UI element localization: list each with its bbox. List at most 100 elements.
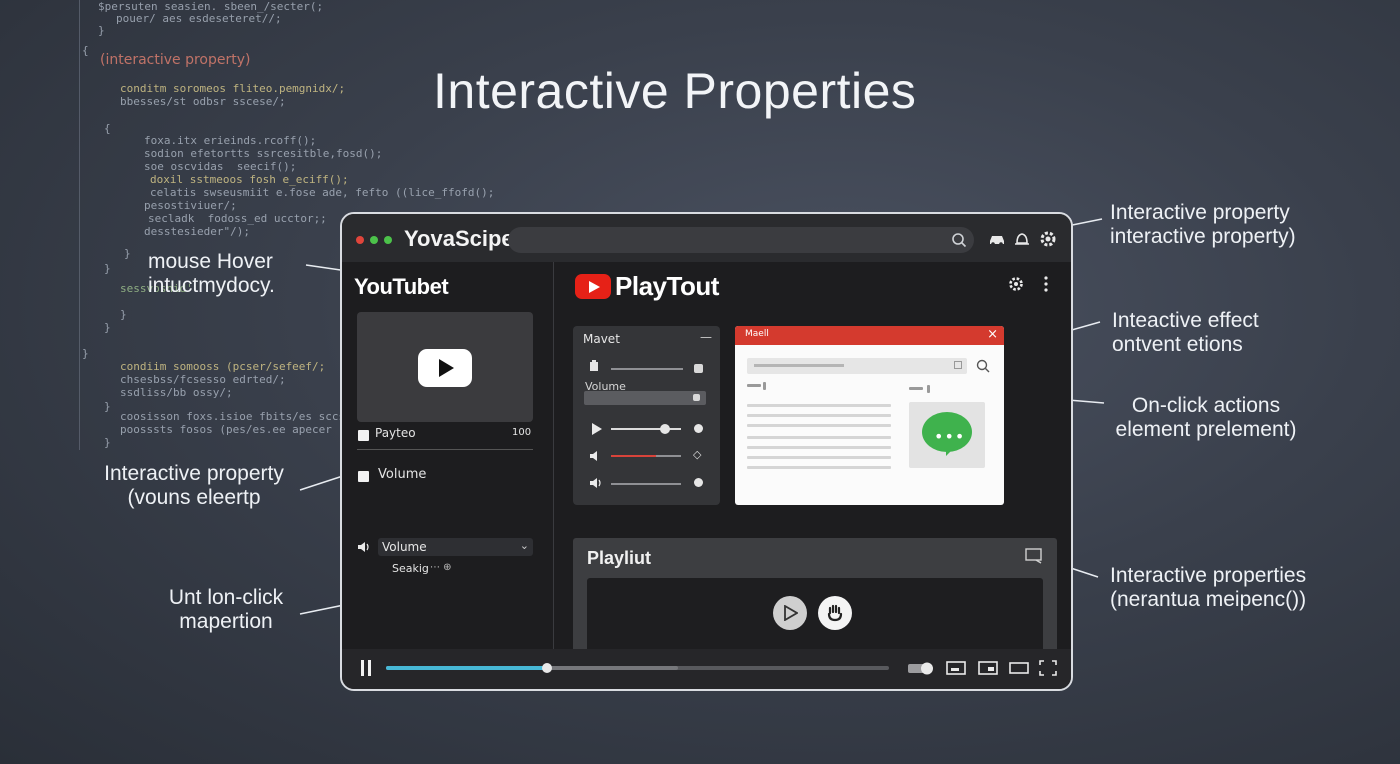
input-clear-icon[interactable] — [954, 361, 962, 369]
bell-icon[interactable] — [1012, 229, 1032, 249]
annotation-unt-onclick: Unt lon-click mapertion — [156, 586, 296, 634]
sidebar-divider — [357, 449, 533, 450]
play-icon[interactable] — [418, 349, 472, 387]
progress-knob[interactable] — [541, 663, 552, 673]
mixer-volume-input[interactable] — [584, 391, 706, 405]
speaker-icon — [590, 451, 597, 461]
theater-mode-icon[interactable] — [1009, 660, 1029, 676]
volume-checkbox[interactable] — [358, 471, 369, 482]
hand-icon — [827, 604, 843, 622]
like-button[interactable] — [818, 596, 852, 630]
code-line: soe oscvidas seecif(); — [144, 160, 297, 173]
code-line: foxa.itx erieinds.rcoff(); — [144, 134, 317, 147]
clipboard-icon — [590, 360, 598, 371]
chat-tile[interactable]: ••• — [909, 402, 985, 468]
settings-gear-icon[interactable] — [1038, 229, 1058, 249]
close-window-button[interactable] — [356, 236, 364, 244]
annotation-line: mouse Hover — [148, 250, 273, 273]
seek-controls-icon[interactable]: ⋯ ⊕ — [430, 562, 452, 573]
progress-played — [386, 666, 547, 670]
sidebar-logo: YouTubet — [354, 274, 449, 299]
cast-icon[interactable] — [1025, 548, 1043, 564]
code-line: { — [104, 122, 111, 135]
video-thumbnail[interactable] — [357, 312, 533, 422]
dialog-header: Maell × — [735, 326, 1004, 345]
close-icon[interactable]: × — [987, 327, 998, 342]
code-line: coosisson foxs.isioe fbits/es sccs — [120, 410, 346, 423]
annotation-top-right: Interactive property interactive propert… — [1110, 201, 1296, 249]
play-button[interactable] — [773, 596, 807, 630]
car-icon[interactable] — [987, 229, 1007, 249]
volume-select-value: Volume — [382, 540, 427, 554]
annotation-line: (vouns eleertp — [127, 486, 261, 509]
player-control-bar — [342, 649, 1071, 689]
annotation-line: Interactive property — [104, 462, 284, 485]
code-line: pouer/ aes esdeseteret//; — [116, 12, 282, 25]
text-line — [747, 456, 891, 459]
mixer-toggle[interactable] — [694, 364, 703, 373]
miniplayer-icon[interactable] — [978, 660, 998, 676]
minimize-icon[interactable]: — — [700, 330, 712, 344]
search-input[interactable] — [508, 227, 974, 253]
speaker-icon — [358, 542, 369, 552]
text-line — [747, 404, 891, 407]
code-gutter — [62, 0, 80, 450]
code-line: pesostiviuer/; — [144, 199, 237, 212]
code-line: doxil sstmeoos fosh e_eciff(); — [150, 173, 349, 186]
code-line: } — [104, 436, 111, 449]
volume-toggle[interactable] — [694, 478, 703, 487]
diamond-icon[interactable]: ◇ — [693, 448, 701, 461]
mixer-slider-track[interactable] — [611, 368, 683, 370]
text-line — [747, 436, 891, 439]
volume-icon — [590, 478, 601, 488]
volume-select[interactable]: Volume ⌄ — [378, 538, 533, 556]
code-line: bbesses/st odbsr sscese/; — [120, 95, 286, 108]
code-line: condiim somooss (pcser/sefeef/; — [120, 360, 326, 373]
code-line: } — [82, 347, 89, 360]
annotation-line: interactive property) — [1110, 225, 1296, 248]
text-line — [747, 414, 891, 417]
code-line: } — [104, 400, 111, 413]
playlist-checkbox[interactable] — [358, 430, 369, 441]
annotation-bottom-right: Interactive properties (nerantua meipenc… — [1110, 564, 1306, 612]
annotation-line: mapertion — [179, 610, 273, 633]
subtitles-icon[interactable] — [946, 660, 966, 676]
search-icon[interactable] — [950, 231, 968, 249]
text-line — [747, 446, 891, 449]
code-line: } — [124, 247, 131, 260]
chevron-down-icon: ⌄ — [519, 539, 529, 552]
youtube-logo-icon — [575, 274, 611, 299]
message-dialog: Maell × ••• — [735, 326, 1004, 505]
app-window: YovaScipe YouTubet Payteo 100 Volume Vol… — [340, 212, 1073, 691]
chat-bubble-icon: ••• — [922, 412, 972, 456]
playback-slider-knob[interactable] — [660, 424, 670, 434]
playback-slider-track[interactable] — [611, 428, 681, 430]
code-line: { — [82, 44, 89, 57]
playlist-count: 100 — [512, 427, 532, 438]
annotation-line: Interactive properties — [1110, 564, 1307, 587]
volume-slider-track[interactable] — [611, 483, 681, 485]
playlist-title: Playliut — [587, 548, 652, 568]
playback-toggle[interactable] — [694, 424, 703, 433]
sidebar-item-volume[interactable]: Volume — [378, 467, 426, 482]
dialog-search-input[interactable] — [747, 358, 967, 374]
settings-gear-icon[interactable] — [1007, 275, 1025, 293]
text-line — [747, 424, 891, 427]
sidebar-item-playlist[interactable]: Payteo — [375, 426, 416, 440]
sidebar: YouTubet Payteo 100 Volume Volume ⌄ Seak… — [342, 262, 554, 649]
minimize-window-button[interactable] — [370, 236, 378, 244]
progress-bar[interactable] — [386, 663, 889, 673]
page-title: Interactive Properties — [433, 63, 917, 119]
pause-icon[interactable] — [360, 660, 372, 676]
text-line — [747, 466, 891, 469]
search-icon[interactable] — [975, 358, 991, 374]
annotation-effect: Inteactive effect ontvent etions — [1112, 309, 1259, 357]
play-icon[interactable] — [591, 423, 602, 435]
more-options-icon[interactable] — [1037, 275, 1055, 293]
volume-toggle-icon[interactable] — [908, 660, 934, 676]
code-line: secladk fodoss_ed ucctor;; — [148, 212, 327, 225]
annotation-mouse-hover: mouse Hover intuctmydocy. — [148, 250, 275, 298]
annotation-line: element prelement) — [1115, 418, 1297, 441]
fullscreen-icon[interactable] — [1039, 660, 1057, 676]
maximize-window-button[interactable] — [384, 236, 392, 244]
